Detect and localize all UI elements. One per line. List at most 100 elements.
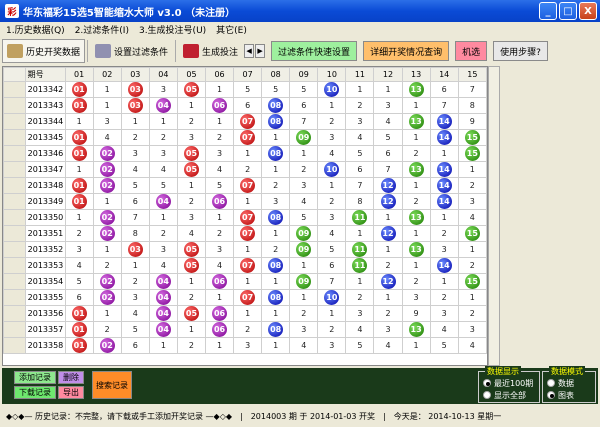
export-button[interactable]: 导出: [58, 386, 84, 399]
table-row[interactable]: 2013352 3 1 03 3 05 3 1 2 09 5 11 1 13 3 1: [3, 241, 487, 258]
table-row[interactable]: 2013353 4 2 1 4 05 4 07 08 1 6 11 2 1 14 2: [3, 257, 487, 274]
issue-cell: 2013355: [24, 289, 66, 306]
column-header[interactable]: 08: [261, 67, 291, 82]
menu-generate[interactable]: 3.生成投注号(U): [139, 23, 206, 36]
miss-count-cell: 5: [64, 273, 94, 290]
history-grid[interactable]: 期号 01 02 03 04 05 06 07 08 09 10 11 12 1…: [2, 66, 488, 366]
table-row[interactable]: 2013356 01 1 4 04 05 06 1 1 2 1 3 2 9 3 2: [3, 305, 487, 322]
column-header[interactable]: 15: [457, 67, 487, 82]
column-header[interactable]: 13: [401, 67, 431, 82]
row-selector[interactable]: [3, 225, 26, 242]
ball-cell: 04: [148, 305, 178, 322]
miss-count-cell: 1: [92, 193, 122, 210]
table-row[interactable]: 2013347 1 02 4 4 05 4 2 1 2 10 6 7 13 14 1: [3, 161, 487, 178]
ball-icon: 02: [99, 274, 115, 289]
miss-count-cell: 1: [289, 289, 319, 306]
column-header[interactable]: 14: [429, 67, 459, 82]
quick-filter-button[interactable]: 过滤条件快速设置: [271, 41, 358, 61]
column-header[interactable]: 03: [120, 67, 150, 82]
column-header[interactable]: 04: [148, 67, 178, 82]
miss-count-cell: 4: [317, 225, 347, 242]
table-row[interactable]: 2013349 01 1 6 04 2 06 1 3 4 2 8 12 2 14 3: [3, 193, 487, 210]
display-all-option[interactable]: 显示全部: [483, 389, 539, 401]
tab-scroll-left-button[interactable]: ◀: [244, 44, 255, 58]
column-header[interactable]: 09: [289, 67, 319, 82]
vertical-scrollbar[interactable]: [488, 66, 500, 366]
menu-filter[interactable]: 2.过滤条件(I): [75, 23, 129, 36]
add-record-button[interactable]: 添加记录: [14, 371, 56, 384]
search-record-button[interactable]: 搜索记录: [92, 371, 132, 399]
mode-data-option[interactable]: 数据: [547, 377, 595, 389]
miss-count-cell: 2: [64, 225, 94, 242]
row-selector[interactable]: [3, 321, 26, 338]
row-selector[interactable]: [3, 209, 26, 226]
help-steps-button[interactable]: 使用步骤?: [493, 41, 548, 61]
column-header[interactable]: 06: [204, 67, 235, 82]
ball-icon: 07: [240, 114, 256, 129]
tab-generate[interactable]: 生成投注: [178, 39, 243, 63]
row-selector[interactable]: [3, 177, 26, 194]
delete-record-button[interactable]: 删除: [58, 371, 84, 384]
row-selector[interactable]: [3, 145, 26, 162]
table-row[interactable]: 2013346 01 02 3 3 05 3 1 08 1 4 5 6 2 1 15: [3, 145, 487, 162]
tab-filter-settings[interactable]: 设置过滤条件: [90, 39, 173, 63]
miss-count-cell: 3: [373, 97, 403, 114]
ball-icon: 13: [408, 242, 424, 257]
table-row[interactable]: 2013351 2 02 8 2 4 2 07 1 09 4 1 12 1 2 15: [3, 225, 487, 242]
table-row[interactable]: 2013348 01 02 5 5 1 5 07 2 3 1 7 12 1 14 2: [3, 177, 487, 194]
table-row[interactable]: 2013343 01 1 03 04 1 06 6 08 6 1 2 3 1 7 8: [3, 97, 487, 114]
miss-count-cell: 1: [373, 289, 403, 306]
ball-icon: 05: [183, 146, 199, 161]
row-selector[interactable]: [3, 305, 26, 322]
column-header[interactable]: 07: [233, 67, 263, 82]
ball-cell: 07: [233, 289, 263, 306]
tab-scroll-right-button[interactable]: ▶: [255, 44, 266, 58]
random-pick-button[interactable]: 机选: [455, 41, 488, 61]
ball-icon: 06: [212, 98, 228, 113]
maximize-button[interactable]: □: [559, 2, 577, 20]
column-header[interactable]: 01: [64, 67, 94, 82]
row-selector[interactable]: [3, 193, 26, 210]
table-row[interactable]: 2013355 6 02 3 04 2 1 07 08 1 10 2 1 3 2 1: [3, 289, 487, 306]
detail-query-button[interactable]: 详细开奖情况查询: [363, 41, 450, 61]
miss-count-cell: 2: [289, 305, 319, 322]
menu-other[interactable]: 其它(E): [216, 23, 247, 36]
ball-icon: 03: [127, 98, 143, 113]
row-selector[interactable]: [3, 161, 26, 178]
table-row[interactable]: 2013342 01 1 03 3 05 1 5 5 5 10 1 1 13 6 7: [3, 81, 487, 98]
row-selector[interactable]: [3, 337, 26, 354]
table-row[interactable]: 2013345 01 4 2 2 3 2 07 1 09 3 4 5 1 14 15: [3, 129, 487, 146]
close-button[interactable]: X: [579, 2, 597, 20]
menu-history[interactable]: 1.历史数据(Q): [6, 23, 65, 36]
column-header[interactable]: 02: [92, 67, 122, 82]
miss-count-cell: 1: [317, 177, 347, 194]
row-selector[interactable]: [3, 97, 26, 114]
table-row[interactable]: 2013350 1 02 7 1 3 1 07 08 5 3 11 1 13 1 4: [3, 209, 487, 226]
row-selector[interactable]: [3, 129, 26, 146]
minimize-button[interactable]: _: [539, 2, 557, 20]
display-recent-option[interactable]: 最近100期: [483, 377, 539, 389]
row-selector[interactable]: [3, 289, 26, 306]
tab-history-data[interactable]: 历史开奖数据: [2, 39, 86, 63]
column-header[interactable]: 期号: [24, 67, 66, 82]
toolbar-separator: [175, 40, 177, 62]
download-record-button[interactable]: 下载记录: [14, 386, 56, 399]
ball-cell: 08: [261, 289, 291, 306]
table-row[interactable]: 2013344 1 3 1 1 2 1 07 08 7 2 3 4 13 14 9: [3, 113, 487, 130]
column-header[interactable]: 11: [345, 67, 375, 82]
table-row[interactable]: 2013354 5 02 2 04 1 06 1 1 09 7 1 12 2 1 15: [3, 273, 487, 290]
row-selector[interactable]: [3, 241, 26, 258]
table-row[interactable]: 2013357 01 2 5 04 1 06 2 08 3 2 4 3 13 4 3: [3, 321, 487, 338]
row-selector[interactable]: [3, 113, 26, 130]
row-selector[interactable]: [3, 257, 26, 274]
row-selector[interactable]: [3, 81, 26, 98]
ball-icon: 14: [436, 178, 452, 193]
status-separator: |: [383, 411, 386, 421]
miss-count-cell: 2: [120, 273, 150, 290]
mode-chart-option[interactable]: 图表: [547, 389, 595, 401]
table-row[interactable]: 2013358 01 02 6 1 2 1 3 1 4 3 5 4 1 5 4: [3, 337, 487, 354]
column-header[interactable]: 05: [176, 67, 207, 82]
column-header[interactable]: 12: [373, 67, 403, 82]
row-selector[interactable]: [3, 273, 26, 290]
column-header[interactable]: 10: [317, 67, 347, 82]
